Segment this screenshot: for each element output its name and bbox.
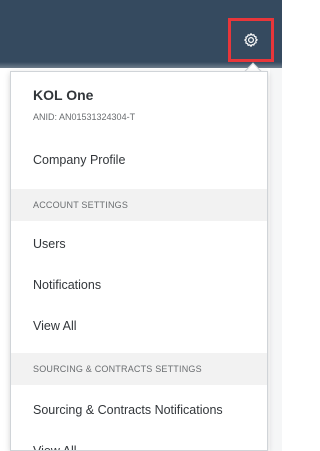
account-anid: ANID: AN01531324304-T bbox=[33, 112, 136, 122]
menu-item-view-all-account[interactable]: View All bbox=[11, 308, 267, 344]
menu-item-sourcing-notifications[interactable]: Sourcing & Contracts Notifications bbox=[11, 392, 267, 428]
menu-item-notifications[interactable]: Notifications bbox=[11, 267, 267, 303]
section-header-sourcing-contracts: SOURCING & CONTRACTS SETTINGS bbox=[11, 353, 267, 385]
account-info: KOL One ANID: AN01531324304-T bbox=[11, 72, 267, 132]
menu-item-company-profile[interactable]: Company Profile bbox=[11, 142, 267, 178]
gear-icon[interactable] bbox=[243, 32, 259, 48]
page-background bbox=[270, 68, 282, 451]
menu-item-users[interactable]: Users bbox=[11, 226, 267, 262]
section-header-account-settings: ACCOUNT SETTINGS bbox=[11, 189, 267, 221]
account-name: KOL One bbox=[33, 87, 94, 103]
settings-dropdown-menu: KOL One ANID: AN01531324304-T Company Pr… bbox=[10, 71, 268, 451]
menu-item-view-all-sourcing[interactable]: View All bbox=[11, 433, 267, 450]
top-bar-shadow bbox=[0, 62, 282, 68]
